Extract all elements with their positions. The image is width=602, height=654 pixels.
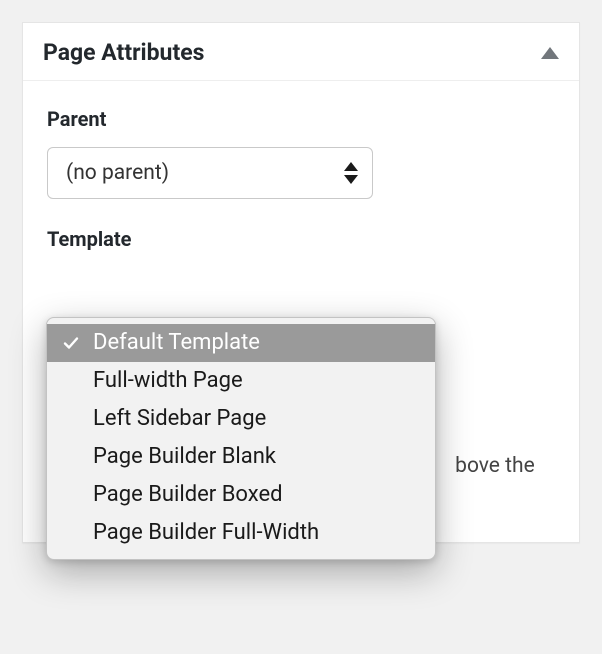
template-option-builder-full-width[interactable]: Page Builder Full-Width xyxy=(47,514,435,552)
template-option-left-sidebar[interactable]: Left Sidebar Page xyxy=(47,400,435,438)
parent-select-value: (no parent) xyxy=(66,161,169,185)
select-stepper-icon xyxy=(344,162,358,184)
collapse-icon[interactable] xyxy=(541,47,559,59)
parent-label: Parent xyxy=(47,107,555,131)
option-label: Page Builder Blank xyxy=(93,444,276,469)
panel-header[interactable]: Page Attributes xyxy=(23,23,579,81)
template-option-default[interactable]: Default Template xyxy=(47,324,435,362)
template-label: Template xyxy=(47,227,555,251)
template-option-full-width[interactable]: Full-width Page xyxy=(47,362,435,400)
panel-title: Page Attributes xyxy=(43,39,204,66)
option-label: Left Sidebar Page xyxy=(93,406,266,431)
template-option-builder-boxed[interactable]: Page Builder Boxed xyxy=(47,476,435,514)
option-label: Page Builder Full-Width xyxy=(93,520,319,545)
option-label: Default Template xyxy=(93,330,260,355)
template-dropdown[interactable]: Default Template Full-width Page Left Si… xyxy=(46,317,436,560)
parent-select[interactable]: (no parent) xyxy=(47,147,373,199)
option-label: Page Builder Boxed xyxy=(93,482,283,507)
option-label: Full-width Page xyxy=(93,368,243,393)
template-option-builder-blank[interactable]: Page Builder Blank xyxy=(47,438,435,476)
check-icon xyxy=(63,335,79,351)
